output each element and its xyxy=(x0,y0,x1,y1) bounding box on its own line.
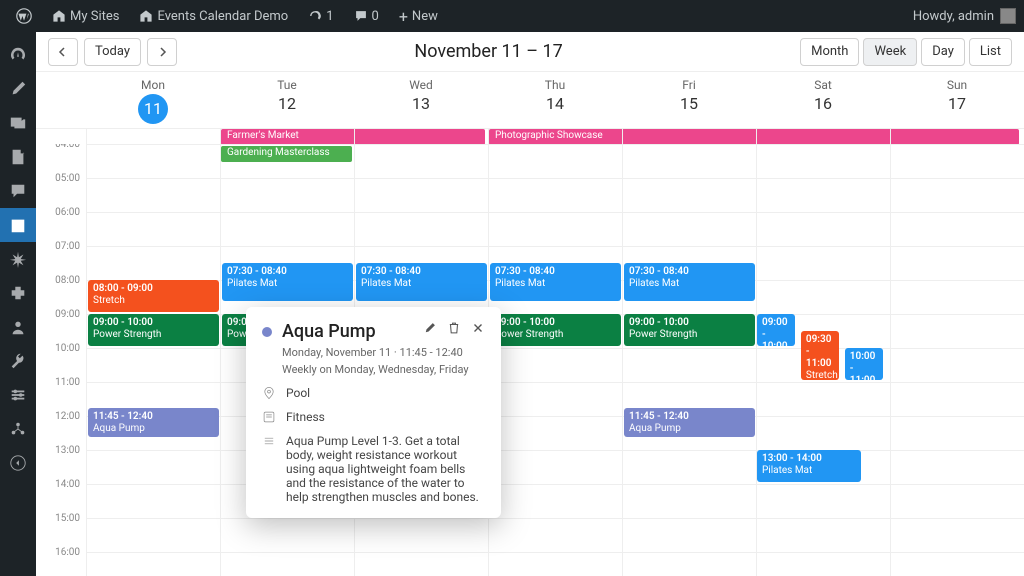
day-column[interactable]: 07:30 - 08:40Pilates Mat 09:00 - 10:00Pow… xyxy=(488,144,622,576)
wp-logo[interactable] xyxy=(8,0,40,32)
day-header[interactable]: Thu14 xyxy=(488,72,622,128)
calendar-event[interactable]: 08:00 - 09:00Stretch xyxy=(88,280,219,312)
collapse-icon[interactable] xyxy=(0,446,36,480)
calendar-event[interactable]: 07:30 - 08:40Pilates Mat xyxy=(490,263,621,301)
day-header[interactable]: Sun17 xyxy=(890,72,1024,128)
popover-category: Fitness xyxy=(286,410,325,424)
calendar-day-header: Mon11Tue12Wed13Thu14Fri15Sat16Sun17 xyxy=(36,72,1024,129)
time-label: 11:00 xyxy=(36,377,86,411)
day-header[interactable]: Wed13 xyxy=(354,72,488,128)
day-header[interactable]: Mon11 xyxy=(86,72,220,128)
calendar-event[interactable]: 11:45 - 12:40Aqua Pump xyxy=(624,408,755,437)
view-day-button[interactable]: Day xyxy=(921,38,965,66)
updates-link[interactable]: 1 xyxy=(300,0,341,32)
comments-icon[interactable] xyxy=(0,174,36,208)
appearance-icon[interactable] xyxy=(0,242,36,276)
close-icon[interactable] xyxy=(471,321,485,335)
calendar-toolbar: Today November 11 – 17 Month Week Day Li… xyxy=(36,32,1024,72)
prev-button[interactable] xyxy=(48,38,78,66)
time-label: 05:00 xyxy=(36,173,86,207)
calendar-grid-scroll[interactable]: 04:0005:0006:0007:0008:0009:0010:0011:00… xyxy=(36,144,1024,576)
popover-description: Aqua Pump Level 1-3. Get a total body, w… xyxy=(286,434,485,504)
time-label: 04:00 xyxy=(36,144,86,173)
day-column[interactable]: 08:00 - 09:00Stretch09:00 - 10:00Power S… xyxy=(86,144,220,576)
view-list-button[interactable]: List xyxy=(969,38,1012,66)
today-button[interactable]: Today xyxy=(84,38,141,66)
day-header[interactable]: Fri15 xyxy=(622,72,756,128)
time-label: 09:00 xyxy=(36,309,86,343)
day-header[interactable]: Sat16 xyxy=(756,72,890,128)
popover-location: Pool xyxy=(286,386,310,400)
new-link[interactable]: +New xyxy=(391,0,446,32)
time-label: 10:00 xyxy=(36,343,86,377)
calendar-event[interactable]: 07:30 - 08:40Pilates Mat xyxy=(624,263,755,301)
popover-recurrence: Weekly on Monday, Wednesday, Friday xyxy=(282,363,485,376)
plugins-icon[interactable] xyxy=(0,276,36,310)
time-label: 14:00 xyxy=(36,479,86,513)
time-label: 12:00 xyxy=(36,411,86,445)
calendar-event[interactable]: 09:00 - 10:00Power Strength xyxy=(88,314,219,346)
calendar-icon[interactable] xyxy=(0,208,36,242)
calendar-event[interactable]: 09:00 - 10:00Bodyweight xyxy=(757,314,795,346)
calendar-main: Today November 11 – 17 Month Week Day Li… xyxy=(36,32,1024,576)
next-button[interactable] xyxy=(147,38,177,66)
network-icon[interactable] xyxy=(0,412,36,446)
delete-icon[interactable] xyxy=(447,321,461,335)
calendar-title: November 11 – 17 xyxy=(414,41,562,62)
day-column[interactable]: 07:30 - 08:40Pilates Mat 09:00 - 10:00Pow… xyxy=(622,144,756,576)
calendar-event[interactable]: 07:30 - 08:40Pilates Mat xyxy=(222,263,353,301)
tools-icon[interactable] xyxy=(0,344,36,378)
description-icon xyxy=(262,434,276,504)
user-menu[interactable]: Howdy, admin xyxy=(913,8,1016,24)
event-color-dot xyxy=(262,327,272,337)
view-week-button[interactable]: Week xyxy=(863,38,917,66)
time-label: 13:00 xyxy=(36,445,86,479)
day-header[interactable]: Tue12 xyxy=(220,72,354,128)
mysites-link[interactable]: My Sites xyxy=(44,0,127,32)
settings-icon[interactable] xyxy=(0,378,36,412)
view-month-button[interactable]: Month xyxy=(800,38,859,66)
popover-datetime: Monday, November 11 · 11:45 - 12:40 xyxy=(282,346,485,359)
calendar-event[interactable]: 13:00 - 14:00Pilates Mat xyxy=(757,450,861,482)
time-label: 07:00 xyxy=(36,241,86,275)
pages-icon[interactable] xyxy=(0,140,36,174)
users-icon[interactable] xyxy=(0,310,36,344)
comments-link[interactable]: 0 xyxy=(346,0,387,32)
avatar xyxy=(1000,8,1016,24)
wp-adminbar: My Sites Events Calendar Demo 1 0 +New H… xyxy=(0,0,1024,32)
location-icon xyxy=(262,386,276,400)
time-label: 16:00 xyxy=(36,547,86,576)
posts-icon[interactable] xyxy=(0,72,36,106)
edit-icon[interactable] xyxy=(423,321,437,335)
calendar-event[interactable]: 07:30 - 08:40Pilates Mat xyxy=(356,263,487,301)
day-column[interactable] xyxy=(890,144,1024,576)
time-label: 15:00 xyxy=(36,513,86,547)
sitename-link[interactable]: Events Calendar Demo xyxy=(131,0,296,32)
wp-sidebar xyxy=(0,32,36,576)
calendar-event[interactable]: 09:00 - 10:00Power Strength xyxy=(490,314,621,346)
popover-title: Aqua Pump xyxy=(282,321,413,342)
calendar-event[interactable]: 11:45 - 12:40Aqua Pump xyxy=(88,408,219,437)
calendar-event[interactable]: 09:30 - 11:00Stretch xyxy=(801,331,839,380)
time-label: 06:00 xyxy=(36,207,86,241)
category-icon xyxy=(262,410,276,424)
dashboard-icon[interactable] xyxy=(0,38,36,72)
time-label: 08:00 xyxy=(36,275,86,309)
media-icon[interactable] xyxy=(0,106,36,140)
calendar-event[interactable]: 10:00 - 11:00Dawn Yoga xyxy=(845,348,883,380)
event-popover: Aqua Pump Monday, November 11 · 11:45 - … xyxy=(246,307,501,518)
day-column[interactable]: 09:00 - 10:00Bodyweight09:30 - 11:00Stre… xyxy=(756,144,890,576)
calendar-event[interactable]: 09:00 - 10:00Power Strength xyxy=(624,314,755,346)
